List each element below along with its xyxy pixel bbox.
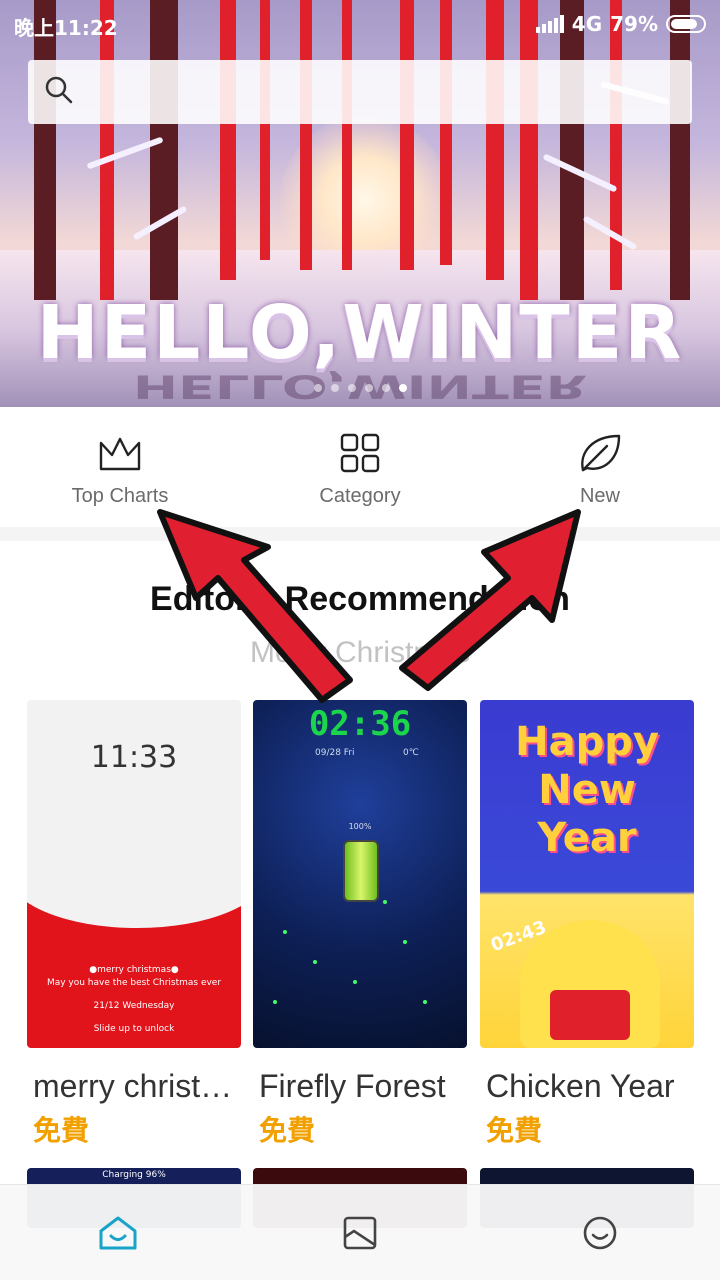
theme-thumbnail[interactable]: 11:33 ●merry christmas● May you have the… xyxy=(27,700,241,1048)
battery-icon xyxy=(666,15,706,33)
signal-icon xyxy=(535,15,564,33)
bottom-nav xyxy=(0,1184,720,1280)
wallpaper-icon[interactable] xyxy=(340,1213,380,1253)
quick-nav: Top Charts Category New xyxy=(0,407,720,527)
carousel-dot[interactable] xyxy=(331,384,339,392)
new-button[interactable]: New xyxy=(510,431,690,508)
preview-clock: 11:33 xyxy=(90,740,178,775)
category-button[interactable]: Category xyxy=(270,431,450,508)
preview-message: ●merry christmas● May you have the best … xyxy=(46,965,222,1034)
theme-price: 免費 xyxy=(33,1114,90,1147)
status-time: 晚上11:22 xyxy=(14,16,118,40)
carousel-dot-active[interactable] xyxy=(399,384,407,392)
theme-name: merry christ… xyxy=(33,1068,233,1104)
network-type: 4G xyxy=(571,12,603,36)
theme-name: Chicken Year xyxy=(486,1068,675,1104)
theme-price: 免費 xyxy=(486,1114,543,1147)
smiley-icon[interactable] xyxy=(580,1213,620,1253)
theme-name: Firefly Forest xyxy=(259,1068,446,1104)
carousel-dot[interactable] xyxy=(348,384,356,392)
theme-card-chicken-year[interactable]: Happy New Year 02:43 Chicken Year 免費 xyxy=(480,700,694,1149)
carousel-dots xyxy=(314,384,407,392)
search-icon[interactable] xyxy=(44,75,74,109)
category-label: Category xyxy=(319,485,401,507)
banner-title: HELLO,WINTER xyxy=(36,290,684,376)
theme-price: 免費 xyxy=(259,1114,316,1147)
theme-thumbnail[interactable]: Happy New Year 02:43 xyxy=(480,700,694,1048)
leaf-icon xyxy=(510,431,690,475)
search-bar[interactable] xyxy=(28,60,692,124)
grid-icon xyxy=(270,431,450,475)
crown-icon xyxy=(30,431,210,475)
theme-card-firefly-forest[interactable]: 02:36 09/28 Fri 0℃ 100% Firefly Forest 免… xyxy=(253,700,467,1149)
battery-percent: 79% xyxy=(610,12,658,36)
carousel-dot[interactable] xyxy=(365,384,373,392)
carousel-dot[interactable] xyxy=(314,384,322,392)
preview-greeting: Happy New Year xyxy=(515,719,659,861)
carousel-dot[interactable] xyxy=(382,384,390,392)
preview-clock: 02:36 xyxy=(308,704,412,744)
battery-graphic xyxy=(343,840,379,902)
section-title: Editor's Recommendation xyxy=(150,580,570,618)
theme-thumbnail[interactable]: 02:36 09/28 Fri 0℃ 100% xyxy=(253,700,467,1048)
theme-card-merry-christmas[interactable]: 11:33 ●merry christmas● May you have the… xyxy=(27,700,241,1149)
section-divider xyxy=(0,527,720,541)
red-envelope-graphic xyxy=(550,990,630,1040)
status-bar: 晚上11:22 4G 79% xyxy=(0,0,720,48)
section-subtitle: Merry Christmas xyxy=(249,636,470,669)
top-charts-label: Top Charts xyxy=(71,485,169,507)
home-icon[interactable] xyxy=(98,1213,138,1253)
top-charts-button[interactable]: Top Charts xyxy=(30,431,210,508)
new-label: New xyxy=(579,485,620,507)
